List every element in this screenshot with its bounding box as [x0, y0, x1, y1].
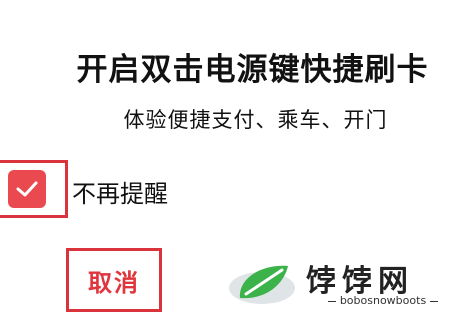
watermark: 饽饽网 bobosnowboots — [226, 256, 466, 312]
checkmark-icon — [16, 181, 38, 197]
dont-remind-label: 不再提醒 — [72, 180, 168, 208]
leaf-logo-icon — [229, 265, 295, 304]
quick-pay-dialog: 开启双击电源键快捷刷卡 体验便捷支付、乘车、开门 不再提醒 取消 饽饽网 bob… — [0, 0, 469, 320]
cancel-highlight-frame: 取消 — [66, 248, 162, 312]
watermark-url: bobosnowboots — [308, 294, 458, 307]
cancel-button[interactable]: 取消 — [69, 251, 159, 309]
dialog-subtitle: 体验便捷支付、乘车、开门 — [123, 108, 388, 132]
dont-remind-checkbox[interactable] — [8, 170, 46, 208]
dialog-title: 开启双击电源键快捷刷卡 — [76, 52, 429, 88]
dont-remind-row[interactable]: 不再提醒 — [0, 160, 260, 220]
